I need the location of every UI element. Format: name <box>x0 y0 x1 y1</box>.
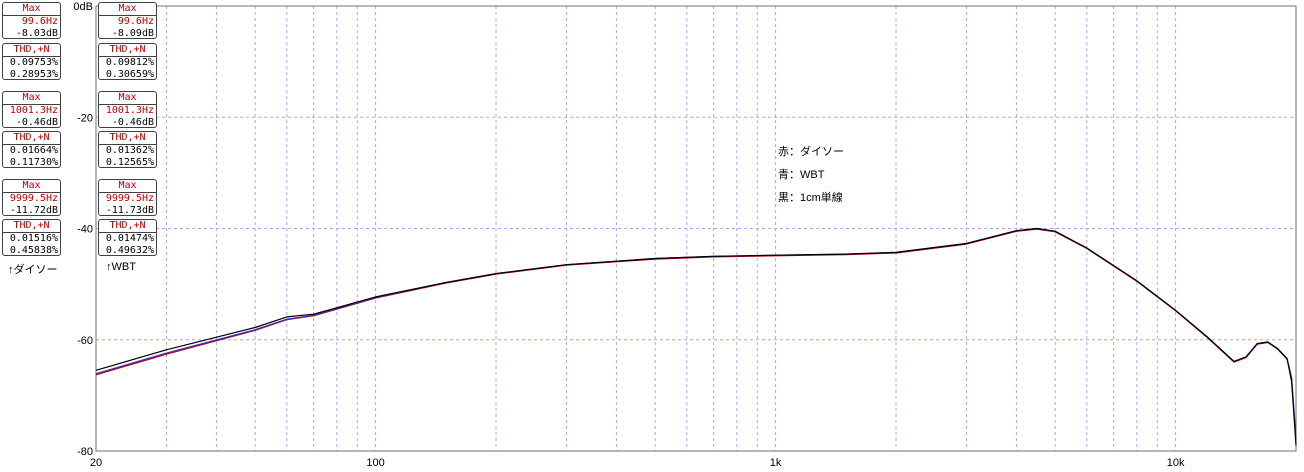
panel-header: THD,+N <box>3 220 60 233</box>
frequency-response-chart: 20 100 1k 10k 0dB -20 -40 -60 -80 <box>73 1 1297 469</box>
left-max-panel-2: Max 1001.3Hz -0.46dB <box>2 91 61 128</box>
panel-value: 0.01664% <box>9 145 58 156</box>
panel-header: Max <box>99 92 156 105</box>
right-thd-panel-2: THD,+N 0.01362% 0.12565% <box>98 131 157 168</box>
panel-value: 0.45838% <box>9 245 58 256</box>
y-tick-label: -60 <box>77 335 93 347</box>
panel-freq: 9999.5Hz <box>105 193 154 204</box>
panel-level: -11.73dB <box>105 205 154 216</box>
panel-header: Max <box>99 180 156 193</box>
panel-freq: 1001.3Hz <box>105 105 154 116</box>
x-tick-label: 10k <box>1167 457 1185 469</box>
right-max-panel-2: Max 1001.3Hz -0.46dB <box>98 91 157 128</box>
y-tick-label: -80 <box>77 446 93 458</box>
panel-header: THD,+N <box>3 132 60 145</box>
panel-value: 0.12565% <box>105 157 154 168</box>
panel-header: THD,+N <box>99 220 156 233</box>
panel-freq: 9999.5Hz <box>9 193 58 204</box>
panel-level: -0.46dB <box>111 117 154 128</box>
panel-value: 0.11730% <box>9 157 58 168</box>
panel-value: 0.09812% <box>105 57 154 68</box>
left-max-panel-3: Max 9999.5Hz -11.72dB <box>2 179 61 216</box>
right-max-panel-1: Max 99.6Hz -8.09dB <box>98 2 157 39</box>
left-thd-panel-1: THD,+N 0.09753% 0.28953% <box>2 43 61 80</box>
left-thd-panel-3: THD,+N 0.01516% 0.45838% <box>2 219 61 256</box>
panel-value: 0.01362% <box>105 145 154 156</box>
right-panel-footer: ↑WBT <box>106 261 136 273</box>
panel-level: -8.09dB <box>111 28 154 39</box>
panel-header: Max <box>3 3 60 16</box>
series-line-0 <box>95 228 1297 440</box>
grid <box>95 5 1297 452</box>
annotation-black: 黒：1cm単線 <box>778 192 843 204</box>
panel-value: 0.30659% <box>105 69 154 80</box>
panel-value: 0.01474% <box>105 233 154 244</box>
panel-value: 0.09753% <box>9 57 58 68</box>
panel-header: Max <box>99 3 156 16</box>
panel-value: 0.01516% <box>9 233 58 244</box>
x-tick-label: 100 <box>366 457 384 469</box>
panel-level: -8.03dB <box>15 28 58 39</box>
panel-header: Max <box>3 92 60 105</box>
x-tick-label: 20 <box>90 457 102 469</box>
panel-value: 0.49632% <box>105 245 154 256</box>
panel-header: THD,+N <box>3 44 60 57</box>
panel-value: 0.28953% <box>9 69 58 80</box>
left-max-panel-1: Max 99.6Hz -8.03dB <box>2 2 61 39</box>
annotation-red: 赤：ダイソー <box>778 146 844 158</box>
right-thd-panel-1: THD,+N 0.09812% 0.30659% <box>98 43 157 80</box>
panel-level: -11.72dB <box>9 205 58 216</box>
panel-freq: 1001.3Hz <box>9 105 58 116</box>
panel-header: Max <box>3 180 60 193</box>
panel-header: THD,+N <box>99 132 156 145</box>
panel-level: -0.46dB <box>15 117 58 128</box>
y-tick-label: -20 <box>77 112 93 124</box>
panel-freq: 99.6Hz <box>21 16 58 27</box>
series-line-1 <box>95 227 1297 439</box>
left-panel-footer: ↑ダイソー <box>8 264 58 276</box>
series-line-2 <box>95 227 1297 446</box>
right-max-panel-3: Max 9999.5Hz -11.73dB <box>98 179 157 216</box>
left-thd-panel-2: THD,+N 0.01664% 0.11730% <box>2 131 61 168</box>
x-tick-label: 1k <box>770 457 782 469</box>
panel-freq: 99.6Hz <box>117 16 154 27</box>
series-group <box>95 227 1297 446</box>
right-thd-panel-3: THD,+N 0.01474% 0.49632% <box>98 219 157 256</box>
annotation-blue: 青：WBT <box>778 169 825 181</box>
panel-header: THD,+N <box>99 44 156 57</box>
tick-labels: 20 100 1k 10k 0dB -20 -40 -60 -80 <box>73 1 1185 469</box>
y-tick-label: 0dB <box>73 1 93 13</box>
y-tick-label: -40 <box>77 224 93 236</box>
